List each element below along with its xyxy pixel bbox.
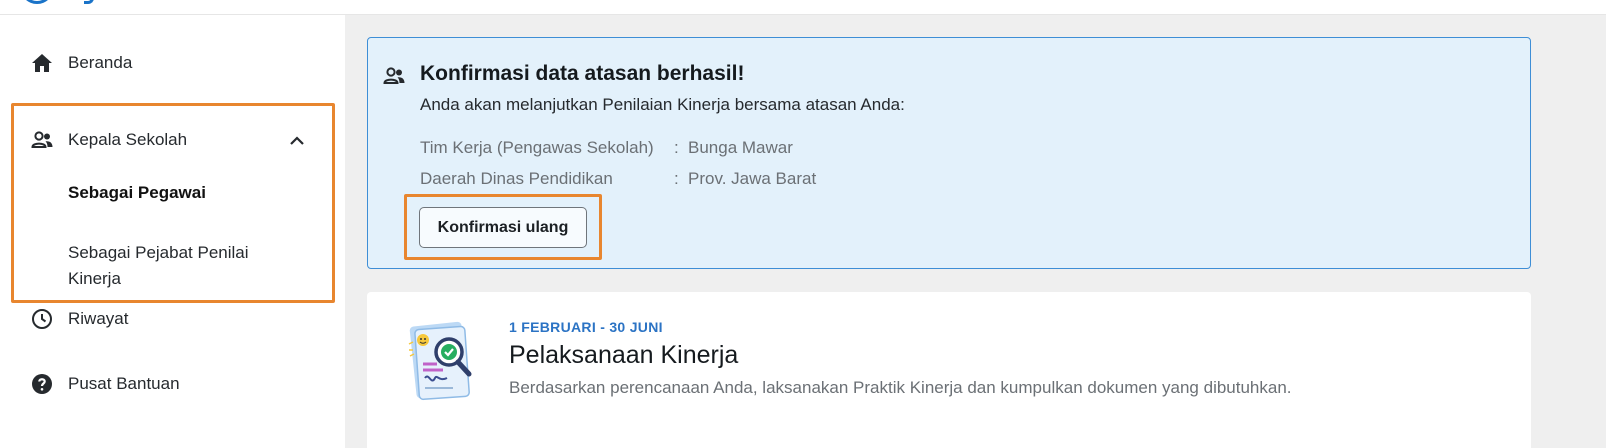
clock-icon bbox=[30, 307, 54, 331]
sidebar-group-kepala-sekolah[interactable]: Kepala Sekolah bbox=[30, 128, 187, 152]
info-row-region: Daerah Dinas Pendidikan : Prov. Jawa Bar… bbox=[420, 169, 816, 189]
chevron-up-icon[interactable] bbox=[288, 132, 306, 150]
sidebar-subitem-label-line1: Sebagai Pejabat Penilai bbox=[68, 243, 249, 262]
sidebar-subitem-label-line2: Kinerja bbox=[68, 269, 121, 288]
sidebar-item-beranda[interactable]: Beranda bbox=[30, 51, 132, 75]
sidebar-item-label: Pusat Bantuan bbox=[68, 374, 180, 393]
card-date-range: 1 FEBRUARI - 30 JUNI bbox=[509, 319, 663, 335]
alert-description: Anda akan melanjutkan Penilaian Kinerja … bbox=[420, 95, 905, 114]
main-content: Konfirmasi data atasan berhasil! Anda ak… bbox=[345, 15, 1606, 448]
home-icon bbox=[30, 51, 54, 75]
info-colon: : bbox=[674, 169, 679, 188]
sidebar: Beranda Kepala Sekolah Sebagai Pegawai S… bbox=[0, 15, 345, 448]
success-alert: Konfirmasi data atasan berhasil! Anda ak… bbox=[367, 37, 1531, 269]
document-magnifier-icon bbox=[408, 321, 472, 401]
info-value: Bunga Mawar bbox=[688, 138, 793, 157]
card-title: Pelaksanaan Kinerja bbox=[509, 341, 739, 369]
sidebar-item-label: Beranda bbox=[68, 53, 133, 72]
people-icon bbox=[30, 128, 54, 152]
sidebar-group-label: Kepala Sekolah bbox=[68, 130, 188, 149]
sidebar-subitem-sebagai-pegawai[interactable]: Sebagai Pegawai bbox=[68, 180, 206, 206]
sidebar-item-riwayat[interactable]: Riwayat bbox=[30, 307, 128, 331]
info-label: Daerah Dinas Pendidikan bbox=[420, 169, 613, 188]
logo[interactable] bbox=[20, 0, 54, 4]
help-circle-icon bbox=[30, 372, 54, 396]
people-icon bbox=[383, 67, 405, 84]
sidebar-subitem-sebagai-pejabat-penilai[interactable]: Sebagai Pejabat Penilai Kinerja bbox=[68, 240, 249, 292]
alert-title: Konfirmasi data atasan berhasil! bbox=[420, 62, 745, 85]
performance-stage-card[interactable]: 1 FEBRUARI - 30 JUNI Pelaksanaan Kinerja… bbox=[367, 292, 1531, 448]
card-description: Berdasarkan perencanaan Anda, laksanakan… bbox=[509, 378, 1292, 397]
info-value: Prov. Jawa Barat bbox=[688, 169, 817, 188]
logo-mark bbox=[84, 0, 94, 4]
sidebar-item-pusat-bantuan[interactable]: Pusat Bantuan bbox=[30, 372, 180, 396]
info-colon: : bbox=[674, 138, 679, 157]
info-label: Tim Kerja (Pengawas Sekolah) bbox=[420, 138, 654, 157]
info-row-supervisor: Tim Kerja (Pengawas Sekolah) : Bunga Maw… bbox=[420, 138, 793, 158]
top-header bbox=[0, 0, 1606, 15]
reconfirm-button[interactable]: Konfirmasi ulang bbox=[419, 207, 587, 248]
sidebar-item-label: Riwayat bbox=[68, 309, 129, 328]
